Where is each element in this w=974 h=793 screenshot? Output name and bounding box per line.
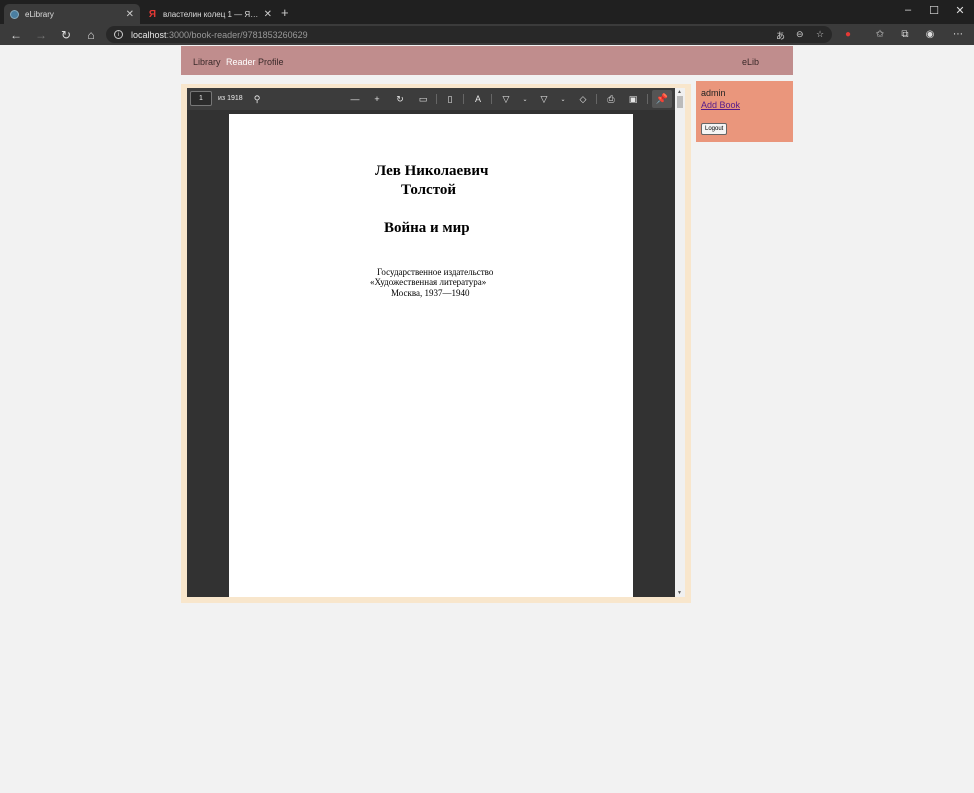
book-title: Война и мир: [384, 220, 470, 236]
tab-title: eLibrary: [25, 9, 54, 19]
zoom-out-icon[interactable]: —: [348, 92, 362, 106]
pin-icon[interactable]: 📌: [652, 90, 672, 108]
logout-button[interactable]: Logout: [701, 123, 728, 135]
save-icon[interactable]: ▣: [626, 92, 640, 106]
scrollbar[interactable]: ▲ ▼: [675, 88, 685, 597]
print-icon[interactable]: ⎙: [604, 92, 618, 106]
more-options-icon[interactable]: ⋯: [950, 27, 966, 42]
site-header: Library Reader Profile: [181, 46, 793, 75]
favorites-icon[interactable]: ✩: [872, 27, 888, 42]
browser-toolbar: ← → ↻ ⌂ i localhost:3000/book-reader/978…: [0, 24, 974, 45]
toolbar-divider: [647, 94, 648, 104]
author-name-line1: Лев Николаевич: [375, 163, 489, 179]
back-arrow-icon[interactable]: ←: [7, 26, 25, 43]
tab-elibrary[interactable]: eLibrary ✕: [4, 4, 140, 24]
nav-profile[interactable]: Profile: [258, 57, 284, 67]
highlight-icon[interactable]: ▽: [537, 92, 551, 106]
search-icon[interactable]: ⚲: [250, 92, 264, 106]
publisher-line2: «Художественная литература»: [370, 277, 487, 287]
chevron-down-icon[interactable]: ⌄: [518, 92, 532, 106]
pdf-page: Лев Николаевич Толстой Война и мир Госуд…: [229, 114, 633, 597]
nav-library[interactable]: Library: [193, 57, 221, 67]
close-icon[interactable]: ✕: [126, 9, 134, 20]
scroll-down-icon[interactable]: ▼: [677, 590, 682, 596]
toolbar-divider: [491, 94, 492, 104]
username: admin: [701, 88, 726, 98]
author-name-line2: Толстой: [401, 182, 457, 198]
tab-yandex-search[interactable]: Я властелин колец 1 — Яндекс: н ✕: [142, 4, 278, 24]
page-total: из 1918: [218, 95, 243, 102]
brand-logo[interactable]: eLib: [742, 57, 759, 67]
user-panel: admin Add Book Logout: [696, 81, 793, 142]
chevron-down-icon[interactable]: ⌄: [556, 92, 570, 106]
eraser-icon[interactable]: ◇: [576, 92, 590, 106]
zoom-in-icon[interactable]: +: [370, 92, 384, 106]
new-tab-button[interactable]: +: [281, 6, 289, 20]
zoom-icon[interactable]: ⊖: [796, 29, 804, 40]
publisher-line3: Москва, 1937—1940: [391, 288, 470, 298]
nav-reader[interactable]: Reader: [226, 57, 256, 67]
forward-arrow-icon[interactable]: →: [32, 26, 50, 43]
scroll-thumb[interactable]: [677, 96, 683, 108]
yandex-icon: Я: [148, 8, 157, 20]
publisher-line1: Государственное издательство: [377, 267, 494, 277]
read-aloud-icon[interactable]: A: [471, 92, 485, 106]
toolbar-divider: [436, 94, 437, 104]
tab-title: властелин колец 1 — Яндекс: н: [163, 9, 260, 19]
favorite-add-icon[interactable]: ☆: [816, 29, 824, 40]
home-icon[interactable]: ⌂: [82, 26, 100, 43]
toolbar-divider: [463, 94, 464, 104]
browser-tabstrip: eLibrary ✕ Я властелин колец 1 — Яндекс:…: [0, 0, 974, 24]
page-view-icon[interactable]: ▯: [443, 92, 457, 106]
reload-icon[interactable]: ↻: [57, 26, 75, 43]
toolbar-divider: [596, 94, 597, 104]
add-book-link[interactable]: Add Book: [701, 100, 740, 110]
close-icon[interactable]: ✕: [264, 9, 272, 20]
translate-icon[interactable]: あ: [776, 29, 785, 42]
draw-icon[interactable]: ▽: [499, 92, 513, 106]
address-bar[interactable]: i localhost:3000/book-reader/97818532606…: [106, 26, 832, 43]
close-window-button[interactable]: ✕: [950, 2, 970, 18]
rotate-icon[interactable]: ↻: [393, 92, 407, 106]
collections-icon[interactable]: ⧉: [897, 27, 913, 42]
page-number-input[interactable]: [190, 91, 212, 106]
maximize-button[interactable]: ☐: [924, 2, 944, 18]
scroll-up-icon[interactable]: ▲: [677, 89, 682, 95]
fit-page-icon[interactable]: ▭: [416, 92, 430, 106]
pdf-toolbar: из 1918 ⚲ — + ↻ ▭ ▯ A ▽ ⌄ ▽ ⌄ ◇ ⎙ ▣ 📌: [187, 88, 675, 110]
profile-icon[interactable]: ◉: [922, 27, 938, 42]
extension-icon[interactable]: ●: [840, 27, 856, 42]
globe-icon: [10, 9, 19, 19]
minimize-button[interactable]: –: [898, 2, 918, 18]
pdf-viewer[interactable]: из 1918 ⚲ — + ↻ ▭ ▯ A ▽ ⌄ ▽ ⌄ ◇ ⎙ ▣ 📌 Ле…: [187, 88, 685, 597]
url-text: localhost:3000/book-reader/9781853260629: [131, 29, 308, 40]
info-icon[interactable]: i: [114, 30, 123, 39]
